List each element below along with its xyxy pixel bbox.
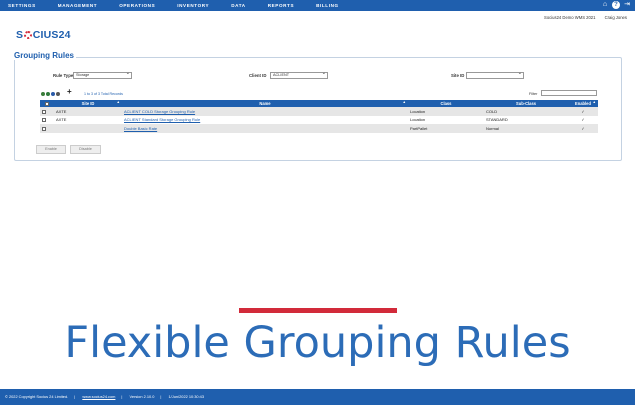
cell-name[interactable]: Double Basic Rate — [122, 124, 408, 133]
refresh-icon[interactable] — [41, 92, 45, 96]
grouping-rules-table: Site ID ▲ Name ▲ Class Sub-Class Enabled ▲ … — [40, 100, 598, 133]
menu-management[interactable]: MANAGEMENT — [58, 0, 97, 11]
menu-operations[interactable]: OPERATIONS — [119, 0, 155, 11]
menu-data[interactable]: DATA — [231, 0, 245, 11]
menu-reports[interactable]: REPORTS — [268, 0, 294, 11]
rule-link[interactable]: ACLIENT Standard Storage Grouping Rule — [124, 117, 200, 122]
cell-class: PartPallet — [410, 125, 428, 131]
footer-link[interactable]: www.socius24.com — [82, 394, 115, 399]
client-id-select[interactable]: ACLIENT — [270, 71, 328, 79]
home-icon[interactable]: ⌂ — [601, 1, 609, 9]
accent-divider — [239, 308, 397, 313]
logo-dot-icon — [23, 30, 33, 40]
help-icon[interactable]: ? — [612, 1, 620, 9]
site-id-label: Site ID — [451, 73, 465, 78]
site-id-select[interactable] — [466, 71, 524, 79]
menu-inventory[interactable]: INVENTORY — [177, 0, 209, 11]
table-row[interactable]: Double Basic Rate PartPallet Normal ✓ — [40, 124, 598, 133]
export-icons — [41, 92, 60, 96]
table-row[interactable]: AXTE ACLIENT Standard Storage Grouping R… — [40, 115, 598, 125]
main-menu: SETTINGS MANAGEMENT OPERATIONS INVENTORY… — [8, 0, 361, 11]
footer-copyright: © 2022 Copyright Socius 24 Limited. — [5, 394, 69, 399]
headline: Flexible Grouping Rules — [64, 318, 571, 368]
cell-name[interactable]: ACLIENT Standard Storage Grouping Rule — [122, 116, 408, 125]
cell-name[interactable]: ACLIENT COLD Storage Grouping Rule — [122, 107, 408, 116]
rule-link[interactable]: ACLIENT COLD Storage Grouping Rule — [124, 109, 195, 114]
cell-site-id: AXTE — [56, 117, 67, 123]
word-icon[interactable] — [51, 92, 55, 96]
add-icon[interactable]: + — [67, 87, 72, 96]
row-checkbox[interactable] — [42, 126, 46, 131]
top-navigation-bar: SETTINGS MANAGEMENT OPERATIONS INVENTORY… — [0, 0, 635, 11]
cell-sub-class: STANDARD — [486, 117, 508, 123]
filter-input[interactable] — [541, 90, 597, 96]
menu-settings[interactable]: SETTINGS — [8, 0, 36, 11]
excel-icon[interactable] — [46, 92, 50, 96]
cell-class: Location — [410, 108, 426, 114]
cell-class: Location — [410, 117, 426, 123]
sort-icon: ▲ — [592, 100, 596, 104]
cell-site-id — [54, 124, 122, 133]
row-checkbox[interactable] — [42, 118, 46, 123]
row-checkbox[interactable] — [42, 109, 46, 114]
user-name[interactable]: Craig Jones — [605, 15, 627, 20]
cell-site-id: AXTE — [56, 108, 67, 114]
select-all-checkbox[interactable] — [45, 101, 49, 106]
sort-icon: ▲ — [402, 100, 406, 104]
logout-icon[interactable]: ⇥ — [623, 1, 631, 9]
footer-version: Version 2.10.0 — [129, 394, 155, 399]
column-sub-class[interactable]: Sub-Class — [484, 100, 568, 107]
menu-billing[interactable]: BILLING — [316, 0, 339, 11]
app-name: Socius24 Demo WMS 2021 — [544, 15, 596, 20]
cell-sub-class: COLD — [486, 108, 498, 114]
print-icon[interactable] — [56, 92, 60, 96]
table-row[interactable]: AXTE ACLIENT COLD Storage Grouping Rule … — [40, 107, 598, 116]
column-class[interactable]: Class — [408, 100, 484, 107]
cell-enabled: ✓ — [581, 117, 585, 123]
column-site-id[interactable]: Site ID ▲ — [54, 100, 122, 107]
column-enabled[interactable]: Enabled ▲ — [568, 100, 598, 107]
footer-timestamp: 1/Jun/2022 10:30:43 — [168, 394, 204, 399]
enable-button[interactable]: Enable — [36, 145, 66, 154]
cell-enabled: ✓ — [581, 125, 585, 131]
user-bar: Socius24 Demo WMS 2021 Craig Jones — [536, 15, 627, 20]
footer: © 2022 Copyright Socius 24 Limited. | www… — [0, 389, 635, 405]
filter-label: Filter — [529, 92, 538, 96]
table-header-row: Site ID ▲ Name ▲ Class Sub-Class Enabled ▲ — [40, 100, 598, 107]
select-all-header[interactable] — [40, 100, 54, 107]
socius24-logo: S CIUS24 — [16, 29, 71, 41]
rule-type-label: Rule Type — [53, 73, 74, 78]
rule-type-select[interactable]: Storage — [73, 71, 132, 79]
cell-sub-class: Normal — [486, 125, 499, 131]
record-count: 1 to 3 of 3 Total Records — [84, 92, 123, 96]
client-id-label: Client ID — [249, 73, 267, 78]
column-name[interactable]: Name ▲ — [122, 100, 408, 107]
rule-link[interactable]: Double Basic Rate — [124, 126, 157, 131]
top-icons: ⌂ ? ⇥ — [601, 1, 631, 9]
page-title: Grouping Rules — [12, 51, 76, 60]
disable-button[interactable]: Disable — [70, 145, 101, 154]
cell-enabled: ✓ — [581, 108, 585, 114]
sort-icon: ▲ — [116, 100, 120, 104]
